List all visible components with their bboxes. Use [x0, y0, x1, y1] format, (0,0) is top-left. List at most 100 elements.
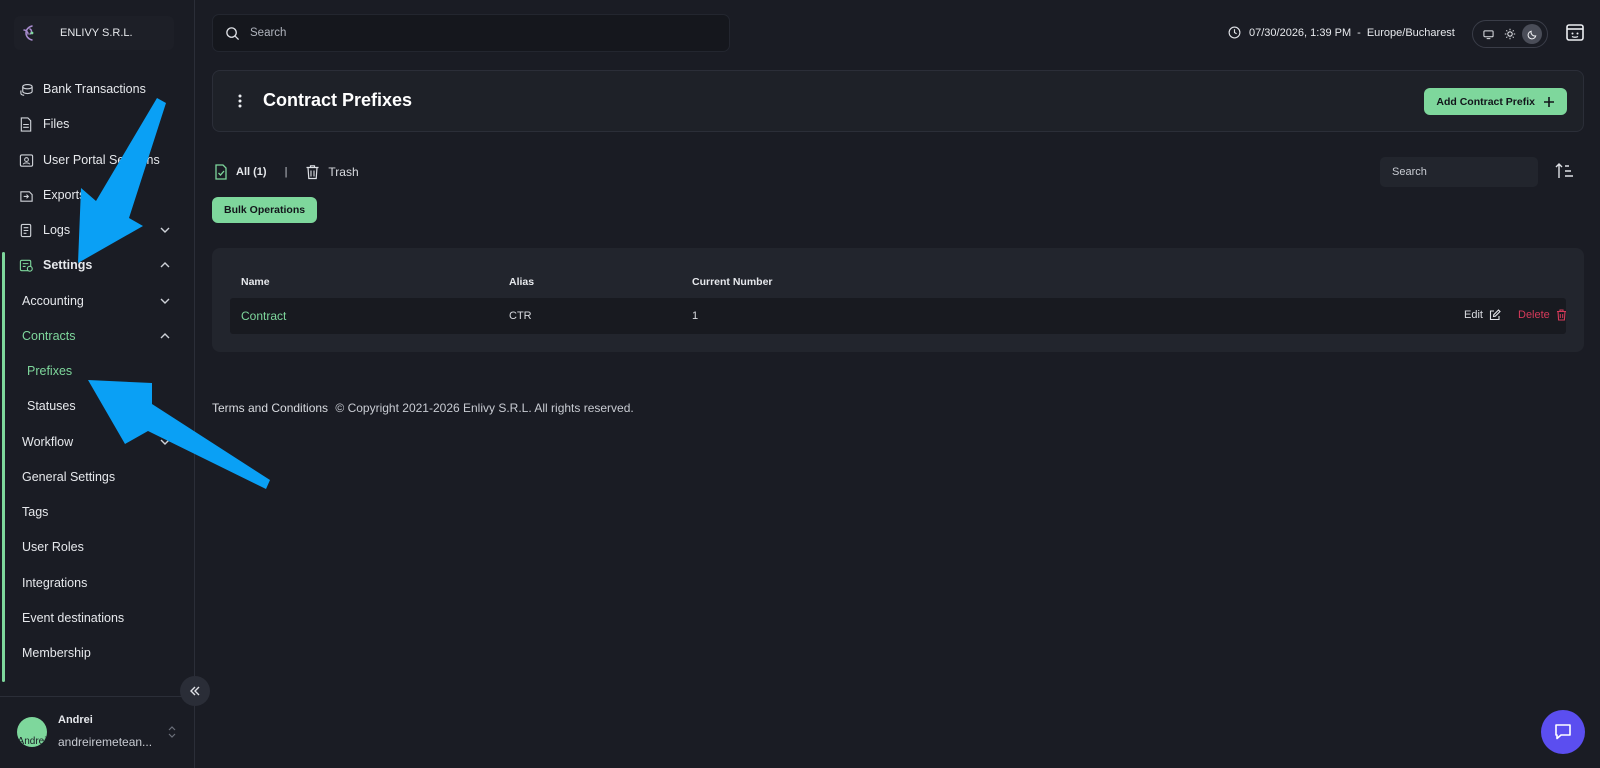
chevron-down-icon — [160, 439, 170, 445]
row-name-link[interactable]: Contract — [241, 309, 286, 323]
bulk-operations-label: Bulk Operations — [224, 204, 306, 216]
collapse-sidebar-button[interactable] — [180, 676, 210, 706]
sidebar-item-label: Exports — [43, 188, 86, 202]
row-current-number: 1 — [692, 310, 699, 322]
edit-button[interactable]: Edit — [1464, 309, 1501, 321]
sidebar-item-label: Files — [43, 117, 70, 131]
sidebar-item-label: Tags — [22, 505, 49, 519]
search-placeholder: Search — [250, 27, 287, 39]
page-footer: Terms and Conditions © Copyright 2021-20… — [212, 401, 634, 415]
bulk-operations-button[interactable]: Bulk Operations — [212, 197, 318, 223]
kebab-menu-icon[interactable] — [237, 93, 243, 109]
sidebar-item-label: User Portal Sessions — [43, 153, 160, 167]
delete-button[interactable]: Delete — [1518, 309, 1567, 321]
filter-trash-tab[interactable]: Trash — [305, 164, 359, 180]
double-chevron-left-icon — [190, 686, 200, 696]
org-switcher[interactable]: ENLIVY S.R.L. — [14, 16, 174, 50]
chevron-down-icon — [160, 298, 170, 304]
edit-icon — [1489, 309, 1501, 321]
clock-icon — [1228, 26, 1241, 39]
sidebar-item-logs[interactable]: Logs — [0, 213, 194, 247]
sidebar-item-exports[interactable]: Exports — [0, 178, 194, 212]
column-header-name[interactable]: Name — [241, 276, 270, 288]
calendar-face-icon — [1566, 24, 1584, 41]
sidebar-item-label: Settings — [43, 258, 93, 272]
theme-switcher — [1472, 20, 1548, 48]
edit-label: Edit — [1464, 309, 1483, 321]
sidebar-item-settings[interactable]: Settings — [0, 248, 194, 282]
sidebar-item-label: Bank Transactions — [43, 82, 146, 96]
terms-link[interactable]: Terms and Conditions — [212, 401, 328, 415]
chevron-up-icon — [160, 262, 170, 268]
column-header-current-number[interactable]: Current Number — [692, 276, 773, 288]
delete-label: Delete — [1518, 309, 1550, 321]
org-name: ENLIVY S.R.L. — [60, 27, 133, 39]
user-email: andreiremetean... — [58, 735, 153, 749]
sidebar-item-label: User Roles — [22, 540, 84, 554]
sun-icon — [1504, 28, 1516, 40]
sidebar-item-label: Membership — [22, 646, 91, 660]
file-icon — [18, 116, 34, 132]
sidebar-item-integrations[interactable]: Integrations — [0, 566, 194, 600]
chevron-up-icon — [160, 333, 170, 339]
sidebar-item-user-portal-sessions[interactable]: User Portal Sessions — [0, 143, 194, 177]
theme-system-button[interactable] — [1478, 24, 1498, 44]
filter-all-tab[interactable]: All (1) — [214, 164, 267, 180]
settings-icon — [18, 257, 34, 273]
sidebar-item-bank-transactions[interactable]: Bank Transactions — [0, 72, 194, 106]
chat-support-button[interactable] — [1541, 710, 1585, 754]
sidebar-item-statuses[interactable]: Statuses — [0, 389, 194, 423]
sidebar-item-membership[interactable]: Membership — [0, 636, 194, 670]
datetime-display: 07/30/2026, 1:39 PM - Europe/Bucharest — [1228, 26, 1455, 39]
logs-icon — [18, 222, 34, 238]
sidebar-item-user-roles[interactable]: User Roles — [0, 530, 194, 564]
sidebar-item-general-settings[interactable]: General Settings — [0, 460, 194, 494]
sidebar-item-label: Prefixes — [27, 364, 73, 378]
sidebar-item-contracts[interactable]: Contracts — [0, 319, 194, 353]
chevron-down-icon — [160, 227, 170, 233]
sort-button[interactable] — [1555, 162, 1575, 180]
sidebar-item-event-destinations[interactable]: Event destinations — [0, 601, 194, 635]
monitor-icon — [1482, 29, 1494, 39]
add-button-label: Add Contract Prefix — [1436, 95, 1535, 108]
user-menu[interactable]: Andrei Andrei andreiremetean... — [0, 696, 194, 768]
table-search-input[interactable]: Search — [1380, 157, 1538, 187]
sidebar-item-files[interactable]: Files — [0, 107, 194, 141]
file-check-icon — [215, 164, 227, 180]
prefixes-table: Name Alias Current Number Contract CTR 1… — [212, 248, 1584, 352]
filter-all-label: All (1) — [236, 166, 267, 178]
sidebar-item-label: Event destinations — [22, 611, 125, 625]
trash-icon — [306, 165, 319, 180]
calendar-app-button[interactable] — [1565, 22, 1585, 42]
sidebar-item-label: Workflow — [22, 435, 74, 449]
filter-trash-label: Trash — [328, 165, 359, 179]
column-header-alias[interactable]: Alias — [509, 276, 534, 288]
sidebar-item-tags[interactable]: Tags — [0, 495, 194, 529]
page-header: Contract Prefixes Add Contract Prefix — [212, 70, 1584, 132]
user-name: Andrei — [58, 714, 93, 726]
coin-stack-icon — [18, 81, 34, 97]
page-title: Contract Prefixes — [263, 90, 413, 110]
theme-light-button[interactable] — [1500, 24, 1520, 44]
chat-bubble-icon — [1555, 724, 1571, 740]
sidebar-item-label: Contracts — [22, 329, 76, 343]
sidebar-item-label: Integrations — [22, 576, 88, 590]
row-alias: CTR — [509, 310, 532, 322]
record-filters: All (1) | Trash — [214, 164, 359, 180]
datetime-separator: - — [1357, 26, 1361, 39]
sidebar-item-accounting[interactable]: Accounting — [0, 284, 194, 318]
export-icon — [18, 187, 34, 203]
global-search-input[interactable]: Search — [212, 14, 730, 52]
theme-dark-button[interactable] — [1522, 24, 1542, 44]
chevron-updown-icon — [168, 726, 176, 738]
trash-icon — [1556, 309, 1566, 321]
sidebar-item-prefixes[interactable]: Prefixes — [0, 354, 194, 388]
sidebar-item-workflow[interactable]: Workflow — [0, 425, 194, 459]
add-contract-prefix-button[interactable]: Add Contract Prefix — [1424, 88, 1567, 115]
sidebar: ENLIVY S.R.L. Bank Transactions Files Us… — [0, 0, 195, 768]
sidebar-item-label: General Settings — [22, 470, 116, 484]
avatar: Andrei — [17, 717, 47, 747]
user-session-icon — [18, 152, 34, 168]
table-search-placeholder: Search — [1392, 166, 1427, 178]
timezone-text: Europe/Bucharest — [1366, 26, 1455, 39]
